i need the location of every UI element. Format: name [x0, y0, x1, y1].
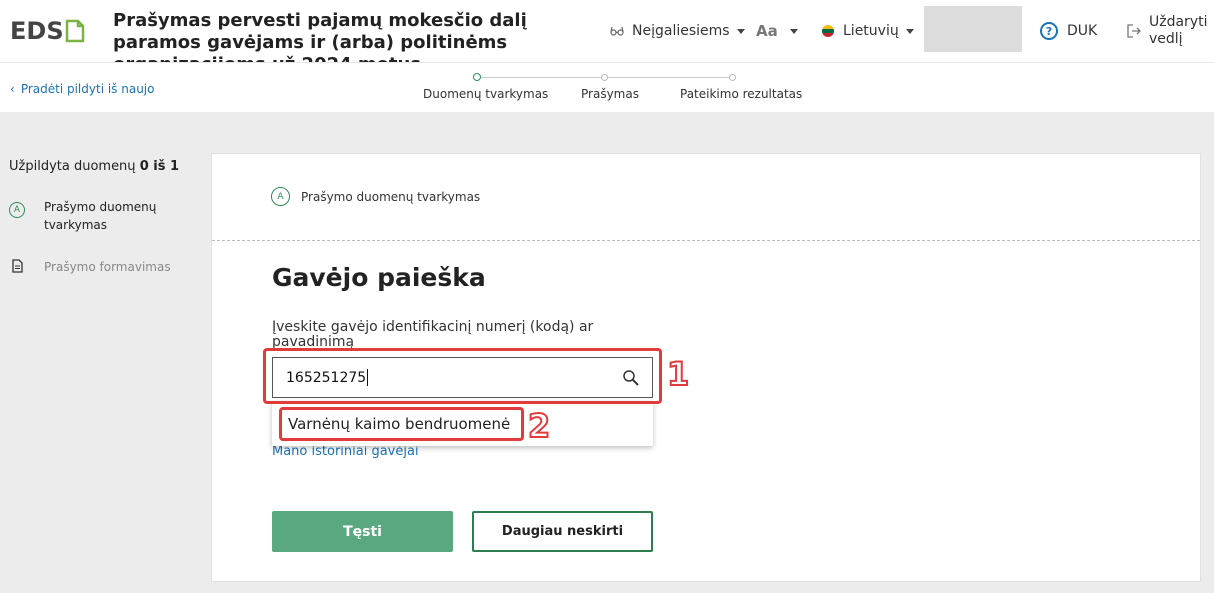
sidebar-item-label: Prašymo formavimas [44, 260, 171, 274]
progress-prefix: Užpildyta duomenų [9, 159, 140, 174]
no-more-button[interactable]: Daugiau neskirti [472, 511, 653, 552]
section-header: A Prašymo duomenų tvarkymas [271, 187, 480, 206]
glasses-icon [610, 26, 624, 36]
section-title: Prašymo duomenų tvarkymas [301, 189, 481, 204]
chevron-left-icon: ‹ [10, 82, 15, 96]
restart-link[interactable]: ‹ Pradėti pildyti iš naujo [10, 82, 154, 96]
step-dot-1 [473, 73, 481, 81]
logo-text: EDS [10, 17, 64, 45]
sidebar-item-data[interactable]: A Prašymo duomenų tvarkymas [9, 198, 164, 234]
close-label: Uždaryti vedlį [1149, 14, 1208, 47]
close-wizard-button[interactable]: Uždaryti vedlį [1127, 0, 1209, 62]
accessibility-menu[interactable]: Neįgaliesiems [610, 0, 745, 62]
continue-button[interactable]: Tęsti [272, 511, 453, 552]
eds-logo[interactable]: EDS [10, 19, 85, 43]
duk-label: DUK [1067, 23, 1098, 39]
chevron-down-icon [905, 28, 914, 34]
annotation-box-2 [279, 407, 524, 441]
search-field-label: Įveskite gavėjo identifikacinį numerį (k… [272, 319, 594, 350]
dashed-divider [212, 240, 1200, 241]
annotation-label-1: 1 [666, 355, 690, 393]
question-icon: ? [1040, 22, 1058, 40]
step-dot-3 [729, 74, 736, 81]
exit-icon [1127, 24, 1141, 38]
chevron-down-icon [736, 28, 745, 34]
section-a-icon: A [9, 202, 25, 218]
chevron-down-icon [789, 28, 798, 34]
user-info-blurred[interactable] [924, 6, 1022, 52]
language-menu[interactable]: Lietuvių [822, 0, 914, 62]
step-label-3: Pateikimo rezultatas [680, 87, 803, 101]
recipient-search-heading: Gavėjo paieška [272, 263, 486, 292]
step-dot-2 [601, 74, 608, 81]
step-label-1: Duomenų tvarkymas [423, 87, 549, 101]
section-a-icon: A [271, 187, 290, 206]
history-recipients-link[interactable]: Mano istoriniai gavėjai [272, 444, 419, 459]
font-size-label: Aa [756, 22, 778, 40]
document-logo-icon [65, 19, 84, 43]
document-icon [12, 259, 23, 273]
restart-label: Pradėti pildyti iš naujo [20, 82, 155, 96]
annotation-box-1 [263, 348, 662, 404]
faq-link[interactable]: ? DUK [1040, 0, 1097, 62]
wizard-stepbar: ‹ Pradėti pildyti iš naujo Duomenų tvark… [0, 62, 1214, 112]
annotation-label-2: 2 [527, 407, 551, 445]
progress-summary: Užpildyta duomenų 0 iš 1 [9, 159, 179, 174]
language-label: Lietuvių [843, 23, 899, 39]
progress-count: 0 iš 1 [139, 159, 180, 174]
step-label-2: Prašymas [581, 87, 639, 101]
font-size-menu[interactable]: Aa [756, 0, 798, 62]
sidebar-item-label: Prašymo duomenų tvarkymas [44, 200, 157, 232]
lithuania-flag-icon [822, 25, 834, 37]
sidebar-item-form[interactable]: Prašymo formavimas [9, 258, 171, 276]
accessibility-label: Neįgaliesiems [632, 23, 730, 39]
top-header: EDS Prašymas pervesti pajamų mokesčio da… [0, 0, 1214, 75]
